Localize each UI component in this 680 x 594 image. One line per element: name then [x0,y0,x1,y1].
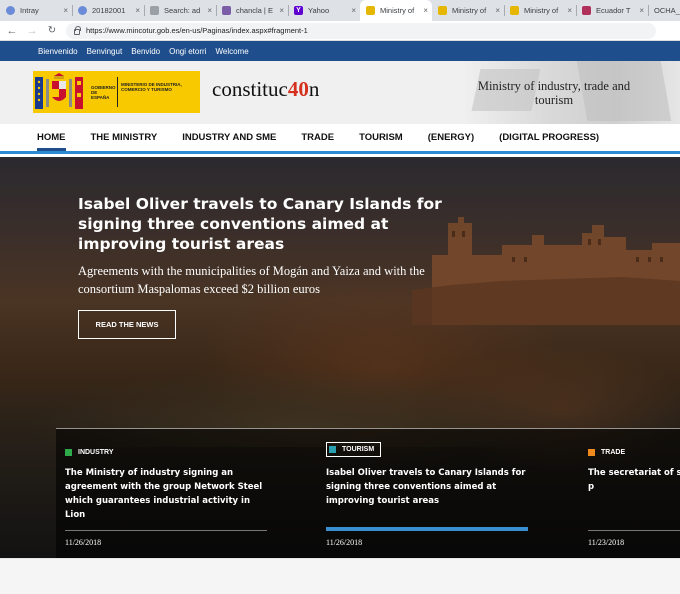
constitucion-40-logo[interactable]: constituc40n [212,77,319,102]
news-category-label: TRADE [601,449,626,456]
browser-tab-label: Yahoo [308,6,330,15]
browser-tab-label: Ministry of [452,6,487,15]
browser-tab[interactable]: Ecuador T × [576,0,648,21]
browser-tab[interactable]: Ministry of × [360,0,432,21]
lang-link-spanish[interactable]: Bienvenido [38,47,78,56]
nav-home[interactable]: HOME [37,123,66,153]
nav-energy[interactable]: (ENERGY) [428,123,474,153]
browser-tab[interactable]: Ministry of × [432,0,504,21]
browser-tab[interactable]: Y Yahoo × [288,0,360,21]
browser-tab-label: chancla | E [236,6,273,15]
lang-link-catalan[interactable]: Benvingut [87,47,123,56]
browser-tab-label: Intray [20,6,39,15]
news-category[interactable]: TOURISM [326,442,382,457]
news-card[interactable]: TRADE The secretariat of sta Spanish comp… [588,429,680,558]
news-title[interactable]: The secretariat of sta Spanish companies… [588,466,680,494]
browser-tab[interactable]: OCHA_ [648,0,680,21]
address-bar[interactable]: https://www.mincotur.gob.es/en-us/Pagina… [66,22,656,39]
news-title[interactable]: The Ministry of industry signing an agre… [65,466,270,522]
constitucion-number: 40 [287,77,309,101]
news-category[interactable]: INDUSTRY [65,449,114,456]
lock-icon [74,25,81,35]
back-icon[interactable]: ← [4,21,20,41]
tab-close-icon[interactable]: × [63,6,68,15]
constitucion-prefix: constituc [212,77,288,101]
news-date: 11/26/2018 [326,538,363,547]
browser-tab[interactable]: Search: ad × [144,0,216,21]
news-category[interactable]: TRADE [588,449,625,456]
hero-subtitle: Agreements with the municipalities of Mo… [78,264,425,296]
tab-close-icon[interactable]: × [207,6,212,15]
news-strip: INDUSTRY The Ministry of industry signing… [56,428,680,558]
ministry-label: MINISTERIO DE INDUSTRIA, COMERCIO Y TURI… [121,82,182,92]
url-text[interactable]: https://www.mincotur.gob.es/en-us/Pagina… [86,26,308,35]
tab-close-icon[interactable]: × [279,6,284,15]
browser-tab-strip: Intray × 20182001 × Search: ad × chancla | E × Y… [0,0,680,21]
reload-icon[interactable]: ↻ [44,21,60,41]
read-news-button[interactable]: READ THE NEWS [78,310,176,339]
page-bottom-area [0,558,680,594]
tab-close-icon[interactable]: × [351,6,356,15]
document-icon [150,6,159,15]
main-navigation: HOME THE MINISTRY INDUSTRY AND SME TRADE… [0,124,680,154]
news-card[interactable]: INDUSTRY The Ministry of industry signing… [65,429,275,558]
site-header: GOBIERNO DE ESPAÑA MINISTERIO DE INDUSTR… [0,61,680,124]
lang-link-english[interactable]: Welcome [215,47,248,56]
nav-industry-and-sme[interactable]: INDUSTRY AND SME [182,123,276,153]
tab-close-icon[interactable]: × [495,6,500,15]
nav-trade[interactable]: TRADE [301,123,334,153]
logo-divider [117,77,118,107]
government-logo[interactable]: GOBIERNO DE ESPAÑA MINISTERIO DE INDUSTR… [33,71,200,113]
browser-tab[interactable]: 20182001 × [72,0,144,21]
nav-digital-progress[interactable]: (DIGITAL PROGRESS) [499,123,599,153]
news-category-label: INDUSTRY [78,449,114,456]
ecuador-icon [582,6,591,15]
lang-link-basque[interactable]: Ongi etorri [169,47,206,56]
ministry-icon [438,6,447,15]
globe-icon [78,6,87,15]
news-date: 11/23/2018 [588,538,625,547]
news-date: 11/26/2018 [65,538,102,547]
category-color-icon [65,449,72,456]
forward-icon[interactable]: → [24,21,40,41]
yahoo-icon: Y [294,6,303,15]
ministry-icon [366,6,375,15]
news-divider [65,530,267,531]
hero-title: Isabel Oliver travels to Canary Islands … [78,195,442,253]
browser-tab-label: Search: ad [164,6,201,15]
news-title[interactable]: Isabel Oliver travels to Canary Islands … [326,466,531,508]
tab-close-icon[interactable]: × [135,6,140,15]
news-divider [588,530,680,531]
browser-tab-label: 20182001 [92,6,126,15]
tab-close-icon[interactable]: × [639,6,644,15]
browser-tab-label: Ministry of [380,6,415,15]
news-progress-bar [326,527,528,531]
browser-tab[interactable]: Intray × [0,0,72,21]
browser-tab-label: OCHA_ [654,6,680,15]
language-bar: Bienvenido Benvingut Benvido Ongi etorri… [0,41,680,61]
hero-carousel: Isabel Oliver travels to Canary Islands … [0,157,680,558]
category-color-icon [329,446,336,453]
nav-tourism[interactable]: TOURISM [359,123,403,153]
browser-tab[interactable]: chancla | E × [216,0,288,21]
lang-link-galician[interactable]: Benvido [131,47,160,56]
nav-the-ministry[interactable]: THE MINISTRY [91,123,158,153]
government-label: GOBIERNO DE ESPAÑA [91,85,116,100]
browser-tab[interactable]: Ministry of × [504,0,576,21]
news-category-label: TOURISM [342,446,375,453]
browser-toolbar: ← → ↻ https://www.mincotur.gob.es/en-us/… [0,21,680,41]
news-card[interactable]: TOURISM Isabel Oliver travels to Canary I… [326,429,536,558]
category-color-icon [588,449,595,456]
ministry-icon [510,6,519,15]
coat-of-arms-icon [33,71,85,113]
dictionary-icon [222,6,231,15]
browser-tab-label: Ecuador T [596,6,631,15]
constitucion-suffix: n [308,77,320,101]
globe-icon [6,6,15,15]
browser-tab-label: Ministry of [524,6,559,15]
ministry-title: Ministry of industry, trade and tourism [477,79,631,107]
tab-close-icon[interactable]: × [567,6,572,15]
tab-close-icon[interactable]: × [423,6,428,15]
